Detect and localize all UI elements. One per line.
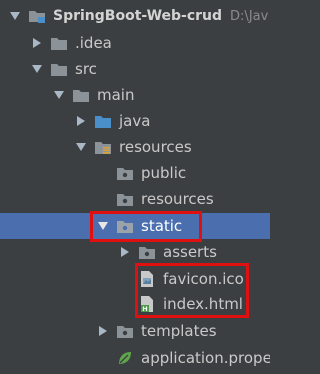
- package-folder-icon: [116, 191, 134, 207]
- tree-row-public[interactable]: public: [0, 160, 270, 186]
- svg-text:H: H: [142, 305, 147, 313]
- folder-icon: [50, 35, 68, 51]
- tree-row-src[interactable]: src: [0, 56, 270, 82]
- file-label-favicon: favicon.ico: [163, 270, 244, 288]
- tree-row-resources[interactable]: resources: [0, 134, 270, 160]
- tree-row-project[interactable]: SpringBoot-Web-crud D:\Jav: [0, 3, 270, 29]
- chevron-right-icon[interactable]: [30, 36, 44, 50]
- folder-label-java: java: [119, 112, 151, 130]
- tree-row-application[interactable]: application.prope: [0, 345, 270, 371]
- chevron-down-icon[interactable]: [96, 219, 110, 233]
- folder-label-asserts: asserts: [163, 243, 217, 261]
- chevron-down-icon[interactable]: [30, 62, 44, 76]
- tree-row-templates[interactable]: templates: [0, 318, 270, 344]
- tree-row-favicon[interactable]: favicon.ico: [0, 266, 270, 292]
- tree-row-java[interactable]: java: [0, 108, 270, 134]
- chevron-down-icon[interactable]: [8, 9, 22, 23]
- folder-label-static: static: [141, 217, 183, 235]
- tree-row-main[interactable]: main: [0, 82, 270, 108]
- package-folder-icon: [116, 165, 134, 181]
- tree-row-static[interactable]: static: [0, 213, 270, 239]
- spring-leaf-icon: [116, 350, 134, 366]
- project-name: SpringBoot-Web-crud: [53, 8, 223, 24]
- source-folder-icon: [94, 113, 112, 129]
- chevron-down-icon[interactable]: [74, 140, 88, 154]
- chevron-down-icon[interactable]: [52, 88, 66, 102]
- folder-label-main: main: [97, 86, 135, 104]
- package-folder-icon: [116, 323, 134, 339]
- folder-label-resources-inner: resources: [141, 190, 214, 208]
- folder-icon: [50, 61, 68, 77]
- image-file-icon: [138, 271, 156, 287]
- tree-row-resources-inner[interactable]: resources: [0, 186, 270, 212]
- file-label-index: index.html: [163, 295, 243, 313]
- package-folder-icon: [138, 244, 156, 260]
- folder-label-public: public: [141, 164, 187, 182]
- tree-row-idea[interactable]: .idea: [0, 30, 270, 56]
- folder-label-idea: .idea: [75, 34, 112, 52]
- package-folder-icon: [116, 218, 134, 234]
- chevron-right-icon[interactable]: [96, 324, 110, 338]
- folder-icon: [72, 87, 90, 103]
- tree-row-index[interactable]: H index.html: [0, 291, 270, 317]
- file-label-application: application.prope: [141, 349, 270, 367]
- chevron-right-icon[interactable]: [118, 245, 132, 259]
- module-folder-icon: [28, 8, 46, 24]
- folder-label-src: src: [75, 60, 97, 78]
- chevron-right-icon[interactable]: [74, 114, 88, 128]
- resources-folder-icon: [94, 139, 112, 155]
- project-path: D:\Jav: [230, 8, 269, 24]
- folder-label-templates: templates: [141, 322, 217, 340]
- html-file-icon: H: [138, 296, 156, 313]
- tree-row-asserts[interactable]: asserts: [0, 239, 270, 265]
- folder-label-resources: resources: [119, 138, 192, 156]
